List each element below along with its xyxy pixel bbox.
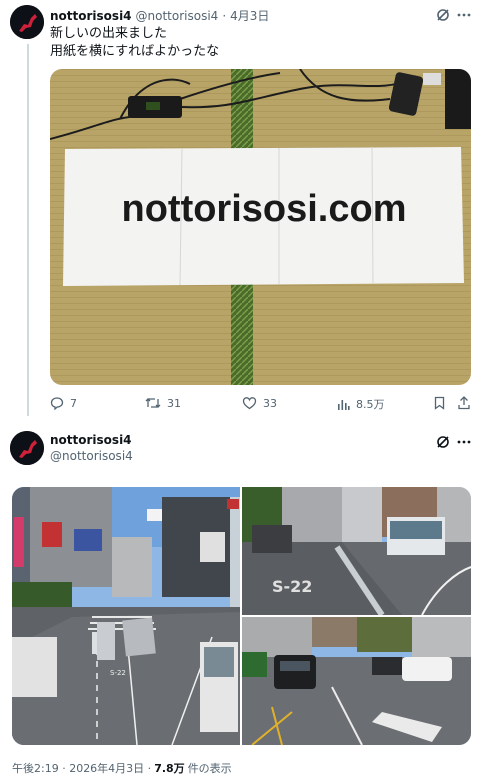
repost-button[interactable]: 31: [145, 396, 181, 410]
avatar[interactable]: [10, 431, 44, 465]
intersection-scene: [242, 617, 471, 745]
more-icon[interactable]: [455, 6, 473, 24]
tweet-footer: 午後2:19 · 2026年4月3日 · 7.8万 件の表示: [12, 760, 232, 776]
tweet-photo[interactable]: S-22: [242, 487, 471, 615]
avatar[interactable]: [10, 5, 44, 39]
tweet-photo[interactable]: [242, 617, 471, 745]
separator: ·: [222, 9, 227, 23]
photo-grid: S-22 S-22: [12, 487, 471, 745]
thread-line: [27, 44, 29, 416]
tweet-text: 新しいの出来ました 用紙を横にすればよかったな: [50, 25, 219, 61]
grok-icon[interactable]: [434, 6, 452, 24]
tweet-header: nottorisosi4 @nottorisosi4: [50, 433, 133, 463]
views-label: 件の表示: [187, 762, 232, 775]
like-icon: [242, 397, 257, 410]
bookmark-icon[interactable]: [432, 396, 446, 410]
repost-icon: [145, 398, 161, 408]
road-marking: S-22: [272, 577, 312, 596]
display-name[interactable]: nottorisosi4: [50, 433, 133, 447]
shibuya-crossing-scene: S-22: [12, 487, 240, 745]
tatami-scene: nottorisosi.com: [50, 69, 471, 385]
share-icon[interactable]: [457, 396, 471, 410]
tweet-text-line: 新しいの出来ました: [50, 26, 168, 41]
views-button[interactable]: 8.5万: [337, 396, 385, 412]
grok-icon[interactable]: [434, 433, 452, 451]
tweet-photo[interactable]: nottorisosi.com: [50, 69, 471, 385]
views-icon: [338, 399, 350, 410]
handle[interactable]: @nottorisosi4: [50, 449, 133, 463]
road-bus-scene: S-22: [242, 487, 471, 615]
reply-count: 7: [70, 396, 77, 410]
tweet-header: nottorisosi4 @nottorisosi4 · 4月3日: [50, 7, 269, 24]
handle[interactable]: @nottorisosi4: [136, 9, 219, 23]
more-icon[interactable]: [455, 433, 473, 451]
reply-icon: [50, 397, 64, 410]
view-count: 8.5万: [356, 398, 385, 411]
tweet-date[interactable]: 4月3日: [230, 7, 269, 24]
post-timestamp[interactable]: 午後2:19 · 2026年4月3日 ·: [12, 760, 151, 776]
sign-text: nottorisosi.com: [121, 188, 406, 230]
display-name[interactable]: nottorisosi4: [50, 9, 132, 23]
like-button[interactable]: 33: [242, 396, 277, 410]
repost-count: 31: [167, 396, 181, 410]
tweet-photo[interactable]: S-22: [12, 487, 240, 745]
tweet-text-line: 用紙を横にすればよかったな: [50, 44, 220, 59]
like-count: 33: [263, 396, 277, 410]
reply-button[interactable]: 7: [50, 396, 77, 410]
road-marking: S-22: [110, 669, 126, 677]
view-count: 7.8万: [154, 762, 185, 775]
